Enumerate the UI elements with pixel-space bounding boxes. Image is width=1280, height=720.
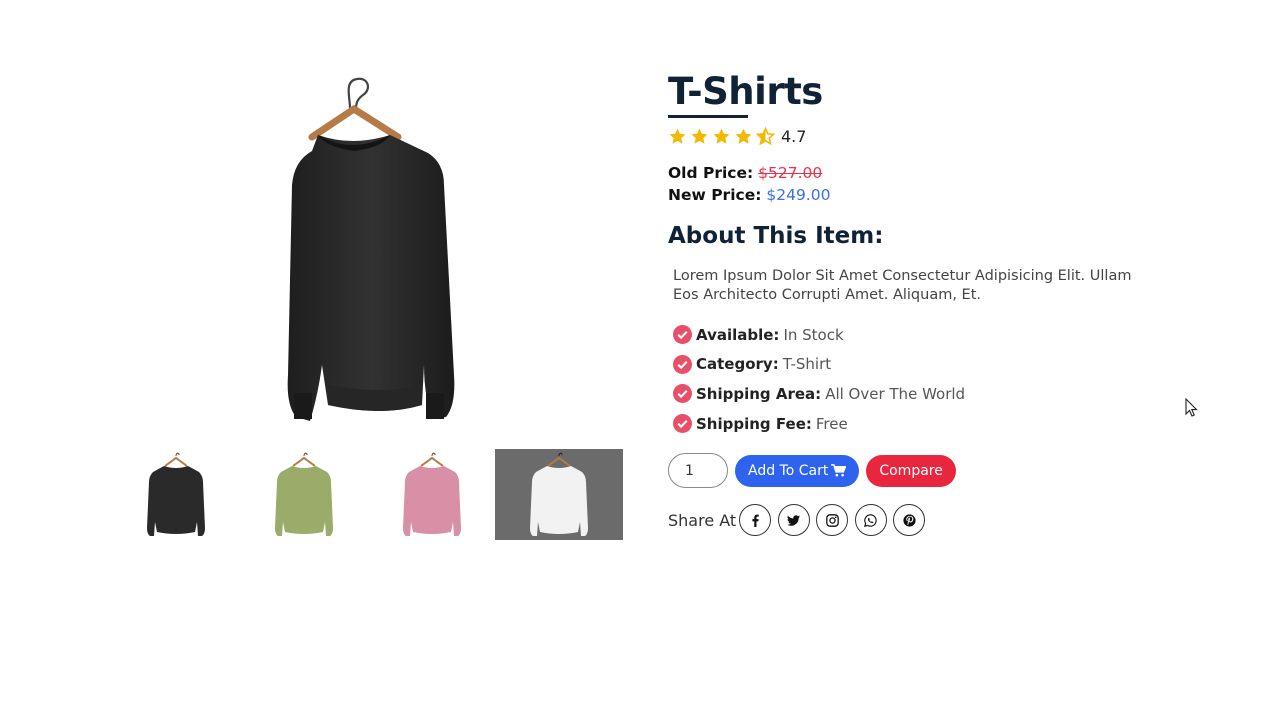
star-icon <box>735 128 752 144</box>
add-to-cart-label: Add To Cart <box>748 462 829 479</box>
product-details: T-Shirts 4.7 Old Price: $527.00 New Pric… <box>668 70 1188 537</box>
compare-label: Compare <box>879 462 943 479</box>
pinterest-button[interactable] <box>893 504 926 537</box>
thumbnail-black[interactable] <box>112 449 240 540</box>
spec-item-shipping-area: Shipping Area: All Over The World <box>673 379 1188 409</box>
spec-value: In Stock <box>783 325 844 344</box>
sweatshirt-thumbnail-black <box>147 452 205 536</box>
new-price-value: $249.00 <box>766 186 831 204</box>
purchase-actions: Add To Cart Compare <box>668 453 1188 489</box>
thumbnail-pink[interactable] <box>368 449 496 540</box>
old-price-label: Old Price: <box>668 164 754 182</box>
whatsapp-icon <box>864 514 877 527</box>
product-title: T-Shirts <box>668 70 823 113</box>
check-circle-icon <box>673 414 692 434</box>
rating-value: 4.7 <box>781 126 807 146</box>
new-price-label: New Price: <box>668 186 762 204</box>
old-price-row: Old Price: $527.00 <box>668 162 1188 184</box>
spec-label: Shipping Area: <box>696 384 822 403</box>
whatsapp-button[interactable] <box>854 504 887 537</box>
star-icon <box>669 128 686 144</box>
spec-item-available: Available: In Stock <box>673 320 1188 350</box>
share-label: Share At <box>668 510 737 530</box>
star-half-icon <box>756 126 775 145</box>
thumbnail-white[interactable] <box>495 449 623 540</box>
sweatshirt-image <box>287 77 455 421</box>
add-to-cart-button[interactable]: Add To Cart <box>735 454 860 487</box>
sweatshirt-thumbnail-white <box>530 452 588 536</box>
new-price-row: New Price: $249.00 <box>668 184 1188 206</box>
spec-list: Available: In Stock Category: T-Shirt Sh… <box>673 320 1188 438</box>
facebook-icon <box>752 514 759 527</box>
mouse-cursor-icon <box>1185 398 1198 417</box>
star-icon <box>713 128 730 144</box>
sweatshirt-thumbnail-pink <box>403 452 461 536</box>
price-block: Old Price: $527.00 New Price: $249.00 <box>668 162 1188 206</box>
spec-label: Shipping Fee: <box>696 414 812 433</box>
thumbnail-strip <box>112 449 624 540</box>
share-row: Share At <box>668 504 1188 537</box>
thumbnail-green[interactable] <box>240 449 368 540</box>
product-rating: 4.7 <box>668 126 1188 146</box>
cart-icon <box>831 464 847 477</box>
check-circle-icon <box>673 325 692 345</box>
product-description: Lorem Ipsum Dolor Sit Amet Consectetur A… <box>673 268 1132 303</box>
main-product-image <box>232 75 472 435</box>
title-underline <box>668 115 748 118</box>
check-circle-icon <box>673 354 692 374</box>
quantity-input[interactable] <box>668 453 728 489</box>
about-heading: About This Item: <box>668 223 884 249</box>
pinterest-icon <box>903 514 916 527</box>
twitter-button[interactable] <box>777 504 810 537</box>
spec-label: Category: <box>696 355 779 374</box>
spec-label: Available: <box>696 325 780 344</box>
sweatshirt-thumbnail-green <box>275 452 333 536</box>
star-icon <box>691 128 708 144</box>
compare-button[interactable]: Compare <box>866 454 956 487</box>
spec-value: T-Shirt <box>782 355 832 374</box>
spec-item-shipping-fee: Shipping Fee: Free <box>673 409 1188 439</box>
old-price-value: $527.00 <box>758 164 823 182</box>
instagram-icon <box>825 514 839 527</box>
instagram-button[interactable] <box>816 504 849 537</box>
spec-value: Free <box>815 414 848 433</box>
twitter-icon <box>787 515 801 526</box>
spec-value: All Over The World <box>825 384 966 403</box>
facebook-button[interactable] <box>739 504 772 537</box>
check-circle-icon <box>673 384 692 404</box>
spec-item-category: Category: T-Shirt <box>673 350 1188 380</box>
